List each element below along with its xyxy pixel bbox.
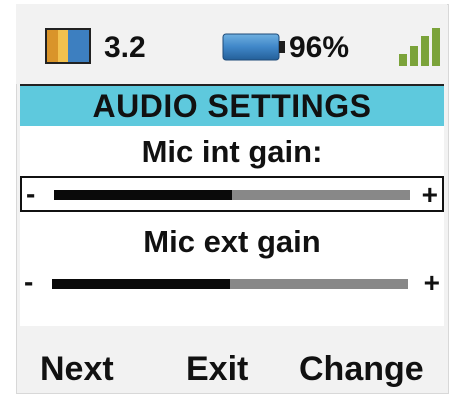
gain-track (52, 279, 408, 289)
battery-percent: 96% (289, 31, 350, 64)
increase-icon: + (423, 267, 440, 298)
gain-fill (52, 279, 230, 289)
decrease-icon: - (26, 178, 36, 209)
mic-ext-gain-label: Mic ext gain (143, 224, 321, 259)
gain-fill (54, 190, 232, 200)
decrease-icon: - (24, 266, 34, 297)
increase-icon: + (421, 179, 438, 210)
mic-ext-gain-slider[interactable]: - + (20, 266, 444, 302)
mic-int-gain-label: Mic int gain: (141, 134, 323, 169)
version-label: 3.2 (104, 31, 146, 64)
screen-title: AUDIO SETTINGS (20, 84, 444, 128)
status-bar: 3.2 96% (16, 4, 447, 84)
signal-strength-icon (399, 28, 440, 66)
exit-softkey[interactable]: Exit (186, 348, 248, 390)
sd-card-icon (45, 28, 91, 64)
change-softkey[interactable]: Change (299, 348, 424, 390)
mic-int-gain-slider[interactable]: - + (20, 176, 444, 212)
softkey-bar: Next Exit Change (16, 344, 447, 392)
battery-icon (222, 33, 285, 61)
next-softkey[interactable]: Next (40, 348, 114, 390)
gain-track (54, 190, 410, 200)
